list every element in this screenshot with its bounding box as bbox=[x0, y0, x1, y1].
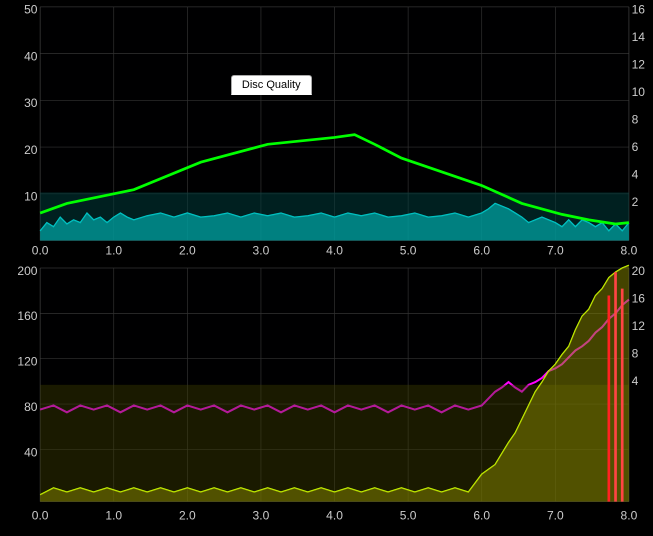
svg-text:4: 4 bbox=[632, 374, 639, 388]
svg-text:8.0: 8.0 bbox=[621, 243, 638, 257]
svg-text:20: 20 bbox=[24, 143, 38, 157]
main-content: 50 40 30 20 10 16 14 12 10 8 6 4 2 bbox=[2, 96, 651, 472]
svg-text:16: 16 bbox=[632, 291, 646, 305]
svg-text:4: 4 bbox=[632, 168, 639, 182]
svg-text:6.0: 6.0 bbox=[473, 243, 490, 257]
svg-text:200: 200 bbox=[17, 264, 37, 278]
svg-text:10: 10 bbox=[24, 190, 38, 204]
svg-text:2: 2 bbox=[632, 195, 639, 209]
svg-text:4.0: 4.0 bbox=[326, 243, 343, 257]
svg-text:20: 20 bbox=[632, 264, 646, 278]
chart-area: 50 40 30 20 10 16 14 12 10 8 6 4 2 bbox=[4, 98, 496, 470]
svg-text:160: 160 bbox=[17, 309, 37, 323]
svg-text:8: 8 bbox=[632, 346, 639, 360]
svg-text:2.0: 2.0 bbox=[179, 243, 196, 257]
app-window: ● Nero CD-DVD Speed 4.7.7.16 — □ × File … bbox=[0, 0, 653, 536]
svg-text:40: 40 bbox=[24, 445, 38, 459]
tab-disc-quality[interactable]: Disc Quality bbox=[231, 75, 312, 95]
svg-text:80: 80 bbox=[24, 400, 38, 414]
svg-text:6: 6 bbox=[632, 140, 639, 154]
svg-text:10: 10 bbox=[632, 96, 646, 99]
svg-text:0.0: 0.0 bbox=[32, 243, 49, 257]
svg-text:30: 30 bbox=[24, 96, 38, 110]
svg-text:8: 8 bbox=[632, 113, 639, 127]
svg-text:120: 120 bbox=[17, 354, 37, 368]
svg-text:5.0: 5.0 bbox=[400, 243, 417, 257]
svg-text:12: 12 bbox=[632, 319, 646, 333]
svg-text:3.0: 3.0 bbox=[253, 243, 270, 257]
svg-text:7.0: 7.0 bbox=[547, 243, 564, 257]
svg-text:1.0: 1.0 bbox=[105, 243, 122, 257]
chart-svg: 50 40 30 20 10 16 14 12 10 8 6 4 2 bbox=[2, 96, 651, 472]
